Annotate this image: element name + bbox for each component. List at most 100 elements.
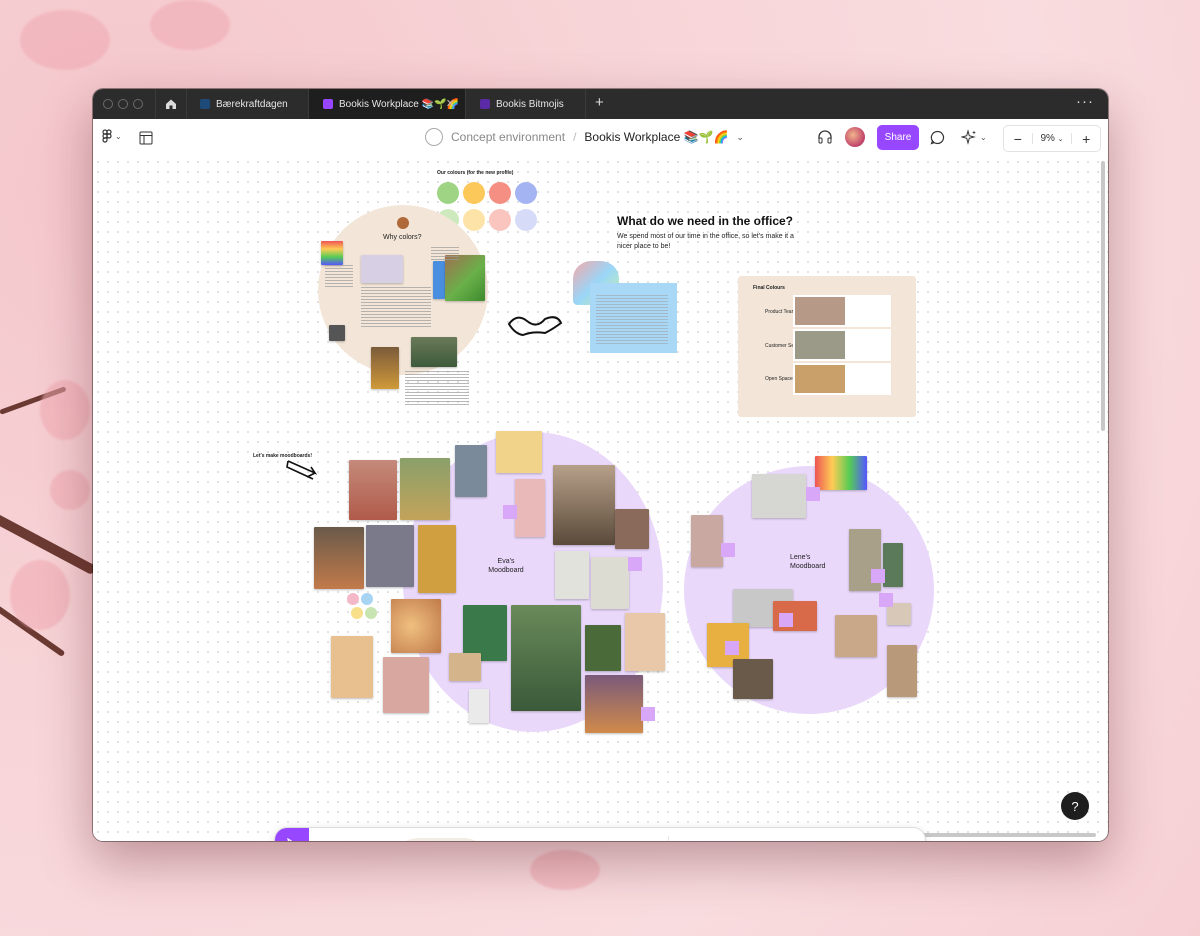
image-thumbnail[interactable] — [411, 337, 457, 367]
whiteboard-canvas[interactable]: Our colours (for the new profile) Why co… — [93, 157, 1108, 841]
image-thumbnail[interactable] — [331, 636, 373, 698]
zone-swatch — [795, 365, 845, 393]
image-thumbnail[interactable] — [553, 465, 615, 545]
palette-swatch[interactable] — [463, 209, 485, 231]
window-maximize-button[interactable] — [133, 99, 143, 109]
image-thumbnail[interactable] — [371, 347, 399, 389]
zoom-out-button[interactable]: − — [1004, 131, 1032, 147]
image-thumbnail[interactable] — [591, 557, 629, 609]
sticky-note[interactable] — [641, 707, 655, 721]
text-block — [405, 371, 469, 407]
image-thumbnail[interactable] — [329, 325, 345, 341]
chevron-down-icon: ⌄ — [980, 132, 987, 142]
image-thumbnail[interactable] — [691, 515, 723, 567]
more-icon[interactable]: ··· — [1076, 93, 1094, 110]
image-thumbnail[interactable] — [366, 525, 414, 587]
background-blossom — [530, 850, 600, 890]
palette-swatch[interactable] — [489, 182, 511, 204]
image-thumbnail[interactable] — [496, 431, 542, 473]
tab-baerekraftdagen[interactable]: Bærekraftdagen — [186, 89, 309, 119]
text-block — [361, 287, 431, 327]
image-thumbnail[interactable] — [383, 657, 429, 713]
image-thumbnail[interactable] — [455, 445, 487, 497]
help-label: ? — [1071, 798, 1079, 814]
sticky-note[interactable] — [725, 641, 739, 655]
image-thumbnail[interactable] — [418, 525, 456, 593]
palette-swatch[interactable] — [463, 182, 485, 204]
image-thumbnail[interactable] — [835, 615, 877, 657]
user-avatar[interactable] — [845, 127, 865, 147]
image-thumbnail[interactable] — [314, 527, 364, 589]
comments-button[interactable] — [930, 130, 945, 148]
palette-swatch[interactable] — [437, 182, 459, 204]
text-block — [325, 265, 353, 287]
help-button[interactable]: ? — [1061, 792, 1089, 820]
zoom-control: − 9% ⌄ + — [1003, 125, 1101, 152]
sticky-note[interactable] — [871, 569, 885, 583]
chevron-down-icon[interactable]: ⌄ — [736, 132, 744, 143]
image-thumbnail[interactable] — [449, 653, 481, 681]
why-colors-title: Why colors? — [383, 234, 422, 241]
file-toolbar: ⌄ Concept environment / Bookis Workplace… — [93, 119, 1108, 158]
zone-swatch — [795, 297, 845, 325]
image-thumbnail[interactable] — [511, 605, 581, 711]
arrow-icon — [286, 460, 318, 480]
zoom-in-button[interactable]: + — [1072, 131, 1100, 147]
ai-actions-button[interactable]: ⌄ — [961, 129, 987, 145]
zone-label: Product Team — [765, 309, 796, 315]
image-thumbnail[interactable] — [391, 599, 441, 653]
window-minimize-button[interactable] — [118, 99, 128, 109]
image-thumbnail[interactable] — [433, 261, 445, 299]
image-thumbnail[interactable] — [815, 456, 867, 490]
zoom-value: 9% — [1040, 133, 1055, 144]
project-name[interactable]: Concept environment — [451, 130, 565, 144]
tab-bookis-workplace[interactable]: Bookis Workplace 📚🌱🌈 ✕ — [309, 89, 466, 119]
sticky-note[interactable] — [628, 557, 642, 571]
image-thumbnail[interactable] — [445, 255, 485, 301]
figjam-file-icon — [323, 99, 333, 109]
image-thumbnail[interactable] — [515, 479, 545, 537]
palette-swatch[interactable] — [489, 209, 511, 231]
image-thumbnail[interactable] — [752, 474, 806, 518]
plus-icon[interactable]: + — [595, 94, 604, 111]
figma-logo-icon — [102, 129, 112, 143]
image-thumbnail[interactable] — [615, 509, 649, 549]
image-thumbnail[interactable] — [733, 659, 773, 699]
image-thumbnail[interactable] — [585, 625, 621, 671]
image-thumbnail[interactable] — [349, 460, 397, 520]
sticky-note[interactable] — [879, 593, 893, 607]
palette-swatch[interactable] — [515, 209, 537, 231]
close-tab-icon[interactable]: ✕ — [446, 97, 455, 110]
file-name[interactable]: Bookis Workplace 📚🌱🌈 — [584, 130, 728, 144]
sticky-note[interactable] — [806, 487, 820, 501]
palette-swatch[interactable] — [515, 182, 537, 204]
image-thumbnail[interactable] — [625, 613, 665, 671]
pen-tool-button[interactable] — [335, 840, 357, 841]
background-blossom — [20, 10, 110, 70]
comment-icon — [930, 130, 945, 145]
image-thumbnail[interactable] — [887, 645, 917, 697]
tab-bookis-bitmojis[interactable]: Bookis Bitmojis — [466, 89, 586, 119]
image-thumbnail[interactable] — [361, 255, 403, 283]
vertical-scrollbar[interactable] — [1101, 161, 1105, 431]
image-thumbnail[interactable] — [555, 551, 589, 599]
image-thumbnail[interactable] — [400, 458, 450, 520]
zoom-level[interactable]: 9% ⌄ — [1031, 133, 1073, 144]
layout-panel-button[interactable] — [139, 131, 153, 148]
lene-moodboard-label: Lene's Moodboard — [790, 554, 826, 570]
image-thumbnail[interactable] — [321, 241, 343, 265]
pointer-tool-button[interactable] — [275, 828, 309, 841]
home-button[interactable] — [155, 89, 187, 119]
share-button[interactable]: Share — [877, 125, 919, 150]
image-thumbnail[interactable] — [469, 689, 489, 723]
sticky-note[interactable] — [503, 505, 517, 519]
image-thumbnail[interactable] — [883, 543, 903, 587]
color-dot — [365, 607, 377, 619]
audio-button[interactable] — [817, 129, 833, 148]
image-thumbnail[interactable] — [585, 675, 643, 733]
shape-tool-button[interactable] — [389, 838, 493, 841]
window-close-button[interactable] — [103, 99, 113, 109]
sticky-note[interactable] — [779, 613, 793, 627]
sticky-note[interactable] — [721, 543, 735, 557]
main-menu-button[interactable]: ⌄ — [102, 129, 122, 143]
